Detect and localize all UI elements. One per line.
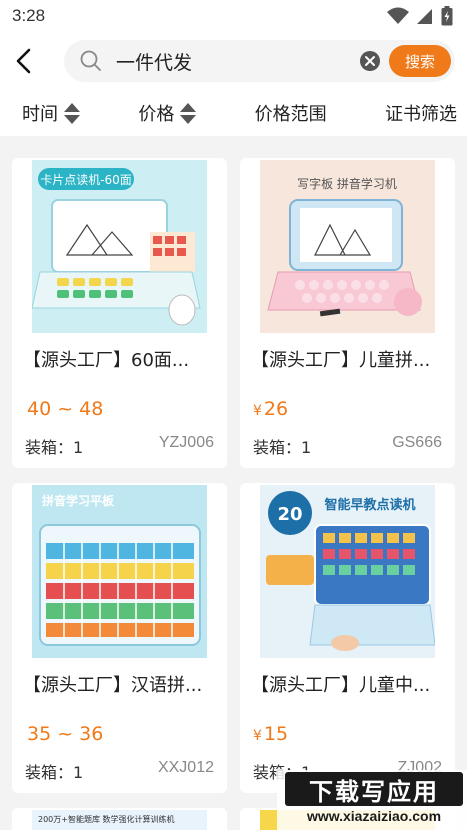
product-code: YZJ006 bbox=[158, 434, 214, 451]
product-card[interactable]: 200万+智能题库 数学强化计算训练机 bbox=[12, 808, 227, 830]
search-icon bbox=[80, 49, 104, 73]
product-box-quantity: 装箱：1 bbox=[25, 438, 84, 457]
status-icons bbox=[387, 6, 453, 26]
watermark-url: www.xiazaiziao.com bbox=[306, 808, 442, 824]
product-price: 35 ~ 36 bbox=[25, 723, 103, 745]
product-title: 【源头工厂】60面... bbox=[23, 350, 190, 371]
product-price: ¥15 bbox=[253, 723, 288, 745]
clear-search-icon[interactable] bbox=[359, 49, 383, 73]
signal-icon bbox=[417, 9, 432, 24]
search-box[interactable]: 搜索 bbox=[64, 40, 455, 82]
product-image: 智能早教点读机 20 bbox=[260, 485, 435, 658]
product-image-caption: 写字板 拼音学习机 bbox=[297, 176, 397, 191]
product-price: ¥26 bbox=[253, 398, 288, 420]
product-image-caption: 智能早教点读机 bbox=[324, 497, 415, 513]
product-price: 40 ~ 48 bbox=[25, 398, 103, 420]
price-value: 35 ~ 36 bbox=[27, 723, 104, 745]
product-image: 200万+智能题库 数学强化计算训练机 bbox=[32, 810, 207, 830]
back-button[interactable] bbox=[14, 41, 50, 81]
product-image: 卡片点读机-60面 bbox=[32, 160, 207, 333]
product-title: 【源头工厂】儿童中... bbox=[251, 675, 431, 696]
product-card[interactable]: 写字板 拼音学习机 【源头工厂】儿童拼... ¥26 装箱：1 GS666 bbox=[240, 158, 455, 468]
currency-symbol: ¥ bbox=[253, 403, 262, 419]
product-box-quantity: 装箱：1 bbox=[253, 438, 312, 457]
price-value: 15 bbox=[263, 723, 289, 745]
filter-price[interactable]: 价格 bbox=[138, 100, 197, 126]
product-grid: 卡片点读机-60面 【源头工厂】60面... 40 ~ 48 装箱：1 YZJ0… bbox=[12, 158, 455, 830]
filter-bar: 时间 价格 价格范围 证书筛选 bbox=[0, 90, 467, 136]
search-header: 搜索 bbox=[0, 32, 467, 90]
product-image-caption: 200万+智能题库 数学强化计算训练机 bbox=[38, 814, 175, 824]
product-code: GS666 bbox=[392, 434, 442, 451]
product-box-quantity: 装箱：1 bbox=[25, 763, 84, 782]
product-title: 【源头工厂】儿童拼... bbox=[251, 350, 431, 371]
price-value: 26 bbox=[263, 398, 289, 420]
filter-price-range-label: 价格范围 bbox=[254, 104, 327, 125]
filter-time-label: 时间 bbox=[22, 104, 58, 125]
search-button[interactable]: 搜索 bbox=[389, 45, 451, 77]
chevron-left-icon bbox=[16, 48, 31, 74]
watermark: 下载写应用 www.xiazaiziao.com bbox=[277, 770, 467, 830]
filter-time[interactable]: 时间 bbox=[22, 100, 80, 126]
sort-icon bbox=[64, 102, 80, 124]
product-image-caption: 拼音学习平板 bbox=[42, 493, 115, 508]
product-image-caption: 卡片点读机-60面 bbox=[40, 173, 132, 187]
product-image: 拼音学习平板 bbox=[32, 485, 207, 658]
status-bar: 3:28 bbox=[0, 0, 467, 32]
price-value: 40 ~ 48 bbox=[27, 398, 104, 420]
search-input[interactable] bbox=[116, 50, 359, 72]
product-card[interactable]: 拼音学习平板 【源头工厂】汉语拼... 35 ~ 36 装箱：1 XXJ012 bbox=[12, 483, 227, 793]
currency-symbol: ¥ bbox=[253, 728, 262, 744]
watermark-title: 下载写应用 bbox=[285, 772, 463, 806]
status-time: 3:28 bbox=[12, 6, 46, 25]
product-code: XXJ012 bbox=[157, 759, 214, 776]
battery-icon bbox=[441, 6, 453, 26]
sort-icon bbox=[180, 102, 197, 124]
filter-price-range[interactable]: 价格范围 bbox=[255, 100, 327, 126]
product-title: 【源头工厂】汉语拼... bbox=[23, 675, 203, 696]
filter-certificate[interactable]: 证书筛选 bbox=[385, 100, 457, 126]
filter-certificate-label: 证书筛选 bbox=[384, 104, 457, 125]
svg-text:20: 20 bbox=[277, 504, 302, 525]
filter-price-label: 价格 bbox=[138, 104, 175, 125]
wifi-icon bbox=[387, 7, 409, 24]
product-card[interactable]: 卡片点读机-60面 【源头工厂】60面... 40 ~ 48 装箱：1 YZJ0… bbox=[12, 158, 227, 468]
product-card[interactable]: 智能早教点读机 20 【源头工厂】儿童中... ¥15 装箱：1 ZJ002 bbox=[240, 483, 455, 793]
product-image: 写字板 拼音学习机 bbox=[260, 160, 435, 333]
